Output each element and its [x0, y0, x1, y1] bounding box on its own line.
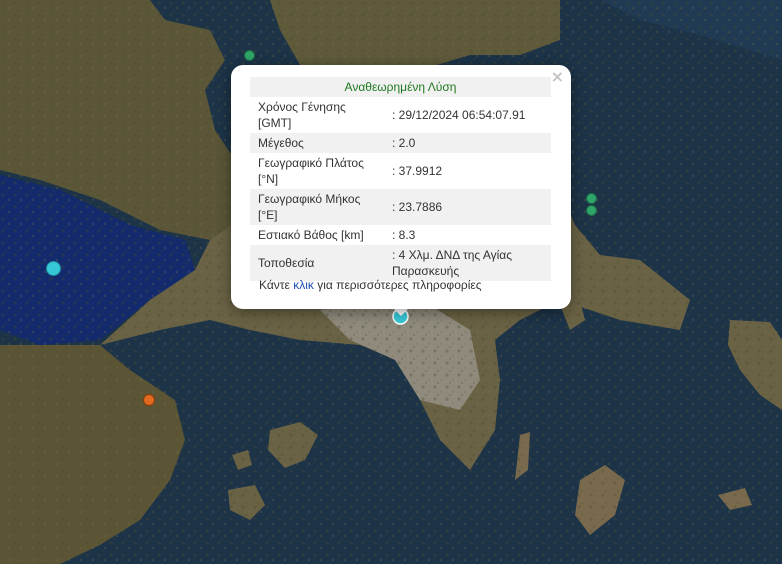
more-suffix: για περισσότερες πληροφορίες	[313, 278, 482, 292]
row-value: : 29/12/2024 06:54:07.91	[392, 108, 526, 122]
more-prefix: Κάντε	[259, 278, 294, 292]
row-value: : 4 Χλμ. ΔΝΔ της Αγίας Παρασκευής	[384, 245, 551, 281]
more-info-text: Κάντε κλικ για περισσότερες πληροφορίες	[259, 278, 482, 292]
earthquake-marker[interactable]	[143, 394, 155, 406]
row-value: : 8.3	[392, 228, 416, 242]
row-label: Εστιακό Βάθος [km]	[258, 228, 364, 242]
table-row: Χρόνος Γένησης [GMT] : 29/12/2024 06:54:…	[250, 97, 551, 133]
table-row: Γεωγραφικό Μήκος [°E] : 23.7886	[250, 189, 551, 225]
popup-title-row: Αναθεωρημένη Λύση	[250, 77, 551, 97]
row-label: Τοποθεσία	[250, 245, 384, 281]
row-value: : 2.0	[384, 133, 551, 153]
table-row: Εστιακό Βάθος [km] : 8.3	[250, 225, 551, 245]
earthquake-marker[interactable]	[586, 205, 597, 216]
earthquake-marker[interactable]	[46, 261, 61, 276]
row-value: : 23.7886	[384, 189, 551, 225]
close-icon[interactable]: ×	[551, 69, 564, 85]
event-popup: × Αναθεωρημένη Λύση Χρόνος Γένησης [GMT]…	[231, 65, 571, 309]
row-label: Χρόνος Γένησης [GMT]	[258, 100, 346, 130]
earthquake-marker[interactable]	[244, 50, 255, 61]
row-label: Γεωγραφικό Πλάτος [°N]	[258, 156, 364, 186]
row-value: : 37.9912	[392, 164, 443, 178]
table-row: Γεωγραφικό Πλάτος [°N] : 37.9912	[250, 153, 551, 189]
row-label: Γεωγραφικό Μήκος [°E]	[250, 189, 384, 225]
row-label: Μέγεθος	[250, 133, 384, 153]
event-info-table: Αναθεωρημένη Λύση Χρόνος Γένησης [GMT] :…	[250, 77, 551, 281]
earthquake-marker[interactable]	[586, 193, 597, 204]
popup-title: Αναθεωρημένη Λύση	[250, 77, 551, 97]
table-row: Τοποθεσία : 4 Χλμ. ΔΝΔ της Αγίας Παρασκε…	[250, 245, 551, 281]
more-info-link[interactable]: κλικ	[293, 278, 314, 292]
table-row: Μέγεθος : 2.0	[250, 133, 551, 153]
